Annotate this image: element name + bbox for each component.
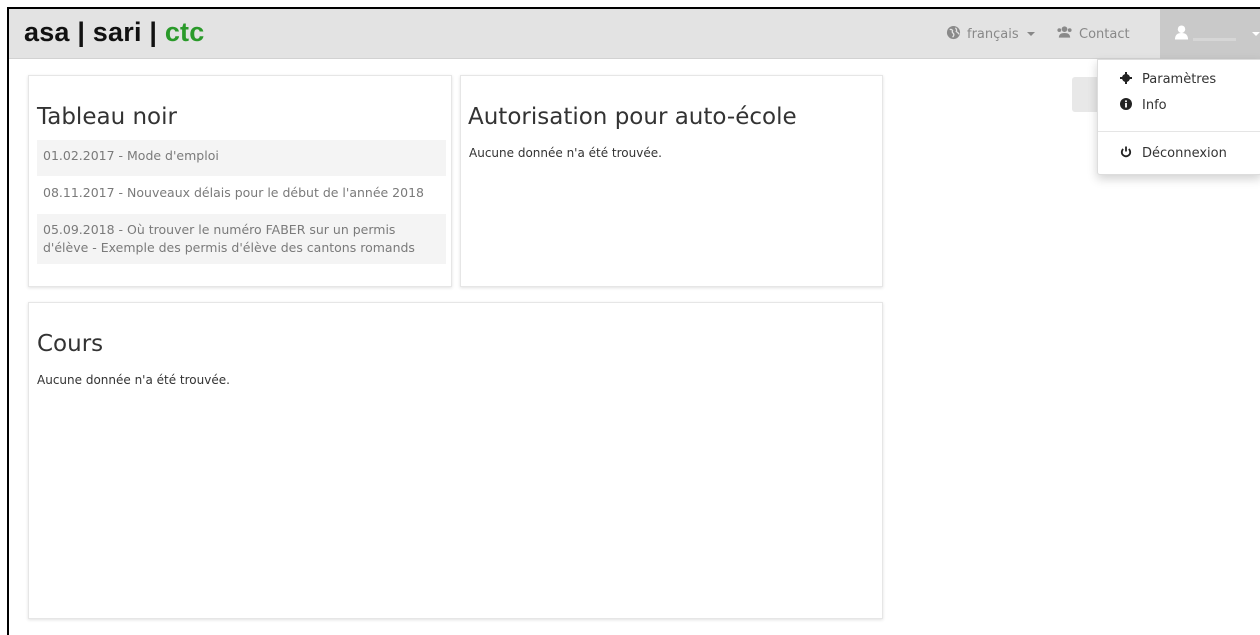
menu-item-label: Paramètres	[1142, 72, 1217, 87]
user-menu-toggle[interactable]	[1160, 9, 1260, 59]
brand-ctc: ctc	[164, 17, 205, 47]
info-icon	[1118, 98, 1134, 113]
news-item[interactable]: 05.09.2018 - Où trouver le numéro FABER …	[37, 214, 446, 264]
language-selector[interactable]: français	[946, 9, 1035, 59]
authorization-title: Autorisation pour auto-école	[468, 104, 797, 130]
users-icon	[1056, 25, 1073, 43]
courses-panel: Cours Aucune donnée n'a été trouvée.	[28, 302, 883, 619]
menu-item-settings[interactable]: Paramètres	[1118, 72, 1216, 87]
contact-link[interactable]: Contact	[1056, 9, 1130, 59]
blackboard-panel: Tableau noir 01.02.2017 - Mode d'emploi …	[28, 75, 452, 287]
power-icon	[1118, 146, 1134, 161]
news-item[interactable]: 01.02.2017 - Mode d'emploi	[37, 140, 446, 176]
menu-item-logout[interactable]: Déconnexion	[1118, 146, 1227, 161]
gear-icon	[1118, 72, 1134, 87]
language-label: français	[967, 26, 1019, 42]
globe-icon	[946, 25, 961, 44]
menu-item-info[interactable]: Info	[1118, 98, 1167, 113]
menu-item-label: Info	[1142, 98, 1167, 113]
contact-label: Contact	[1079, 26, 1130, 42]
blackboard-title: Tableau noir	[37, 104, 177, 130]
user-name	[1193, 37, 1236, 41]
authorization-panel: Autorisation pour auto-école Aucune donn…	[460, 75, 883, 287]
menu-divider	[1098, 131, 1260, 132]
brand-name: asa | sari |	[24, 17, 165, 47]
chevron-down-icon	[1026, 32, 1035, 36]
menu-item-label: Déconnexion	[1142, 146, 1227, 161]
app-frame: asa | sari | ctc français Contact Tablea…	[7, 7, 1260, 635]
courses-empty-text: Aucune donnée n'a été trouvée.	[37, 373, 230, 387]
brand-logo[interactable]: asa | sari | ctc	[24, 17, 204, 48]
user-icon	[1174, 24, 1189, 44]
courses-title: Cours	[37, 331, 104, 357]
chevron-down-icon	[1252, 32, 1260, 36]
top-navbar: asa | sari | ctc français Contact	[9, 9, 1260, 59]
authorization-empty-text: Aucune donnée n'a été trouvée.	[469, 146, 662, 160]
news-item[interactable]: 08.11.2017 - Nouveaux délais pour le déb…	[37, 177, 446, 213]
user-dropdown-menu: Paramètres Info Déconnexion	[1097, 59, 1260, 175]
